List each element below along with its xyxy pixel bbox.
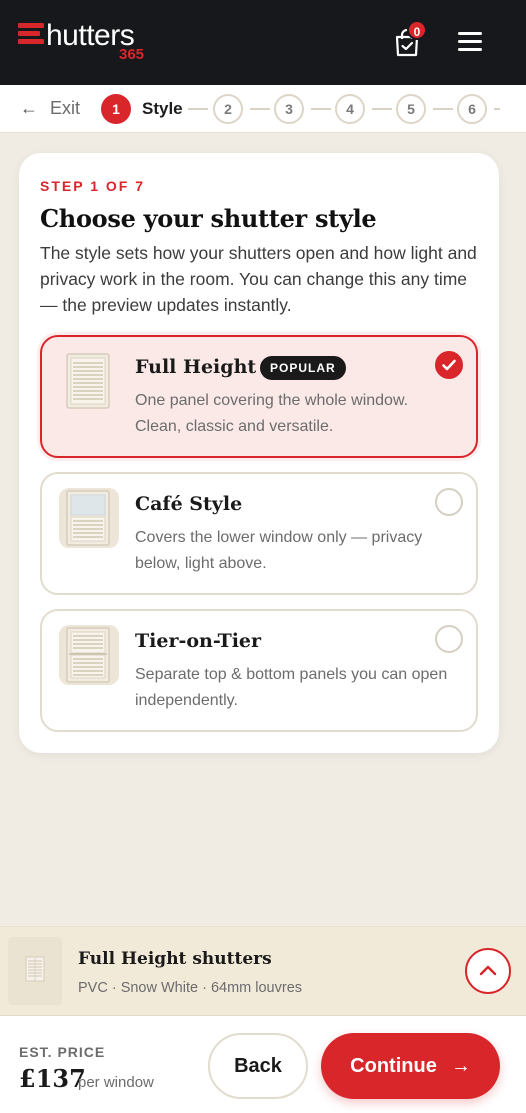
step-connector [250,108,270,110]
step-1-label: Style [142,99,183,118]
full-height-shutter-icon [25,956,45,982]
cart-button[interactable]: 0 [390,20,430,62]
summary-thumbnail [8,937,62,1005]
option-radio[interactable] [435,488,463,516]
step-5-indicator[interactable]: 5 [396,94,426,124]
bottom-action-bar: EST. PRICE £137 per window Back Continue… [0,1015,526,1113]
selection-summary: Full Height shutters PVC · Snow White · … [0,926,526,1015]
continue-button[interactable]: Continue → [321,1033,500,1099]
option-full-height[interactable]: Full Height POPULAR One panel covering t… [40,335,478,458]
step-connector [494,108,500,110]
logo-subtext: 365 [119,46,145,63]
continue-label: Continue [350,1054,437,1077]
shutters365-logo[interactable]: hutters 365 [18,20,168,64]
progress-stepper: ← Exit 1 Style 2 3 4 5 6 [0,85,526,133]
popular-badge: POPULAR [260,356,346,380]
option-cafe-style[interactable]: Café Style Covers the lower window only … [40,472,478,595]
logo-mark [18,23,48,47]
cafe-shutter-icon [66,490,110,546]
page-title: Choose your shutter style [40,204,377,233]
step-1-indicator[interactable]: 1 [101,94,131,124]
option-description: One panel covering the whole window. Cle… [135,392,409,435]
option-description: Covers the lower window only — privacy b… [135,529,423,572]
option-description: Separate top & bottom panels you can ope… [135,666,448,709]
tier-on-tier-shutter-icon [66,627,110,683]
step-3-indicator[interactable]: 3 [274,94,304,124]
step-6-indicator[interactable]: 6 [457,94,487,124]
page-description: The style sets how your shutters open an… [40,243,477,315]
option-name: Tier-on-Tier [135,630,262,652]
step-connector [372,108,392,110]
style-selection-card: STEP 1 OF 7 Choose your shutter style Th… [19,153,499,753]
step-4-indicator[interactable]: 4 [335,94,365,124]
step-connector [433,108,453,110]
price-unit: per window [78,1074,154,1091]
option-radio[interactable] [435,625,463,653]
cart-count-badge: 0 [407,20,427,40]
menu-button[interactable] [458,30,484,52]
option-name: Café Style [135,493,243,515]
tier-on-tier-thumbnail [59,625,119,685]
full-height-shutter-icon [66,353,110,409]
summary-subtitle: PVC · Snow White · 64mm louvres [78,980,303,996]
price-value: £137 [19,1064,86,1093]
checkmark-icon [442,359,456,371]
expand-summary-button[interactable] [465,948,511,994]
chevron-up-icon [479,965,497,976]
arrow-left-icon: ← [20,98,38,118]
step-connector [188,108,208,110]
exit-label: Exit [50,98,81,118]
step-connector [311,108,331,110]
option-radio-checked[interactable] [435,351,463,379]
full-height-thumbnail [59,351,119,411]
hamburger-icon [458,32,482,35]
step-counter: STEP 1 OF 7 [40,178,145,194]
option-name: Full Height [135,356,257,378]
exit-button[interactable]: ← Exit [20,98,80,119]
option-tier-on-tier[interactable]: Tier-on-Tier Separate top & bottom panel… [40,609,478,732]
price-label: EST. PRICE [19,1044,106,1060]
step-2-indicator[interactable]: 2 [213,94,243,124]
app-header: hutters 365 0 [0,0,526,85]
summary-title: Full Height shutters [78,949,272,969]
arrow-right-icon: → [450,1054,471,1077]
back-button[interactable]: Back [208,1033,308,1099]
cafe-style-thumbnail [59,488,119,548]
